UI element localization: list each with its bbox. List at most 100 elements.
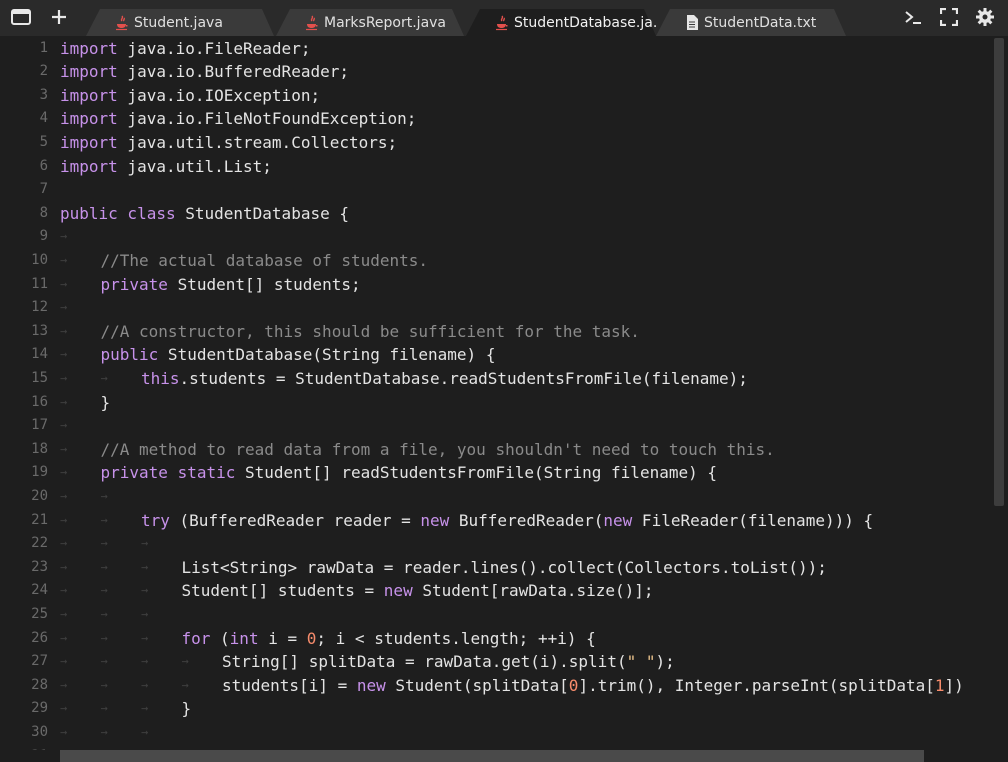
line-number: 28 (31, 676, 48, 693)
code-token: for (181, 628, 211, 648)
code-token: ]) (944, 675, 964, 695)
indent-guide: → (60, 300, 68, 315)
code-line: } (101, 391, 111, 415)
java-icon (306, 15, 318, 31)
indent-guide: → (60, 441, 68, 456)
code-token: private (100, 274, 168, 294)
indent-guide: → (60, 654, 68, 669)
line-number: 21 (31, 511, 48, 528)
code-token: public (100, 345, 159, 365)
line-number: 12 (31, 299, 48, 316)
line-number: 23 (31, 558, 48, 575)
line-number: 19 (31, 464, 48, 481)
code-token: import (60, 38, 118, 58)
indent-guide: → (100, 559, 108, 574)
line-number: 4 (39, 110, 48, 127)
code-line: private Student[] students; (101, 273, 361, 297)
code-token: //The actual database of students. (100, 250, 429, 270)
code-token: import (60, 132, 118, 152)
java-icon (496, 15, 508, 31)
code-line: public StudentDatabase(String filename) … (101, 343, 496, 367)
line-number: 30 (31, 723, 48, 740)
code-token: 0 (306, 628, 317, 648)
indent-guide: → (60, 276, 68, 291)
line-number: 26 (31, 629, 48, 646)
indent-guide: → (60, 630, 68, 645)
indent-guide: → (60, 677, 68, 692)
code-token: new (603, 510, 633, 530)
indent-guide: → (141, 583, 149, 598)
line-number: 9 (39, 228, 48, 245)
tab-label: StudentDatabase.ja... (514, 14, 656, 31)
code-token: java.io.FileReader; (117, 38, 311, 58)
indent-guide: → (141, 559, 149, 574)
code-token: java.util.stream.Collectors; (117, 132, 398, 152)
fullscreen-icon[interactable] (934, 0, 964, 34)
code-editor[interactable]: 1 2 3 4 5 6 7 8 9 10 11 12 13 14 15 16 17 18 19 20 21 22 23 24 2… (0, 36, 1008, 762)
line-number: 8 (39, 204, 48, 221)
code-token: ( (210, 628, 230, 648)
code-token: int (229, 628, 259, 648)
tab-studentdata-txt[interactable]: StudentData.txt (656, 9, 846, 36)
code-line: import java.io.FileReader; (60, 37, 310, 61)
indent-guide: → (60, 418, 68, 433)
indent-guide: → (60, 701, 68, 716)
tab-label: MarksReport.java (324, 14, 447, 31)
indent-guide: → (181, 677, 189, 692)
indent-guide: → (100, 701, 108, 716)
tab-studentdatabase-java[interactable]: StudentDatabase.ja... (466, 9, 656, 36)
plus-icon[interactable] (44, 0, 74, 34)
horizontal-scrollbar[interactable] (60, 750, 924, 762)
code-token: java.io.FileNotFoundException; (117, 109, 417, 129)
code-line: for (int i = 0; i < students.length; ++i… (182, 627, 596, 651)
code-line: this.students = StudentDatabase.readStud… (141, 367, 748, 391)
code-line: //A method to read data from a file, you… (101, 438, 775, 462)
indent-guide: → (100, 512, 108, 527)
code-token: try (141, 510, 170, 530)
code-line: //The actual database of students. (101, 249, 429, 273)
vertical-scrollbar[interactable] (994, 38, 1004, 506)
line-number-gutter: 1 2 3 4 5 6 7 8 9 10 11 12 13 14 15 16 17 18 19 20 21 22 23 24 2… (0, 36, 54, 762)
code-token: new (383, 581, 413, 601)
code-token: } (100, 392, 111, 412)
code-token: new (420, 510, 450, 530)
code-token: private static (100, 463, 236, 483)
code-token: StudentDatabase { (175, 203, 349, 223)
code-line: //A constructor, this should be sufficie… (101, 320, 640, 344)
tab-bar: Student.java MarksReport.java StudentDat… (0, 0, 1008, 36)
code-token: ].trim(), Integer.parseInt(splitData[ (578, 675, 935, 695)
indent-guide: → (100, 654, 108, 669)
code-token: import (60, 109, 118, 129)
code-token: (BufferedReader reader = (169, 510, 421, 530)
tab-marksreport-java[interactable]: MarksReport.java (276, 9, 464, 36)
line-number: 17 (31, 417, 48, 434)
code-token: Student[] students; (167, 274, 361, 294)
line-number: 25 (31, 605, 48, 622)
code-line: import java.io.IOException; (60, 84, 320, 108)
code-token: students[i] = (222, 675, 357, 695)
code-token: this (141, 368, 180, 388)
indent-guide: → (141, 536, 149, 551)
line-number: 5 (39, 133, 48, 150)
java-icon (116, 15, 128, 31)
code-line: import java.io.FileNotFoundException; (60, 107, 416, 131)
indent-guide: → (100, 583, 108, 598)
line-number: 14 (31, 346, 48, 363)
code-line: import java.io.BufferedReader; (60, 60, 349, 84)
line-number: 2 (39, 63, 48, 80)
line-number: 15 (31, 369, 48, 386)
code-token: Student[] students = (181, 581, 384, 601)
indent-guide: → (100, 630, 108, 645)
code-token: Student(splitData[ (385, 675, 569, 695)
code-token: java.io.IOException; (117, 85, 321, 105)
window-menu-icon[interactable] (6, 0, 36, 34)
line-number: 29 (31, 700, 48, 717)
indent-guide: → (60, 370, 68, 385)
line-number: 22 (31, 535, 48, 552)
indent-guide: → (60, 536, 68, 551)
tab-student-java[interactable]: Student.java (86, 9, 274, 36)
terminal-icon[interactable] (898, 0, 928, 34)
indent-guide: → (60, 229, 68, 244)
gear-icon[interactable] (970, 0, 1000, 34)
code-line: } (182, 697, 192, 721)
